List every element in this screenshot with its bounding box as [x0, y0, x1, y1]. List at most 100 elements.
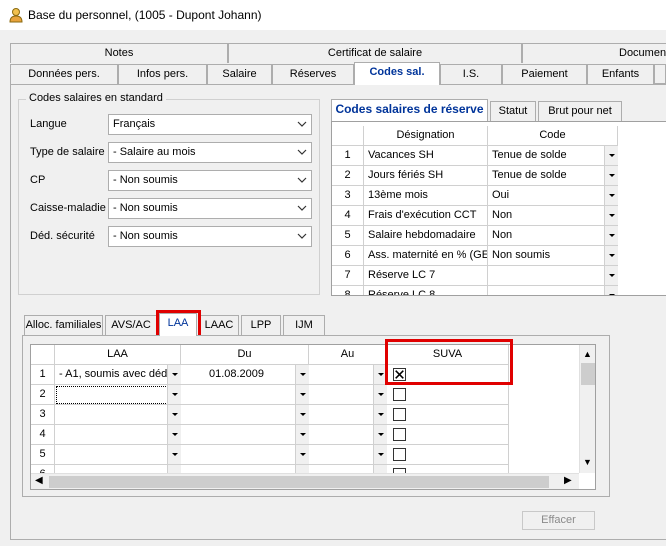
- tab-label: Statut: [498, 105, 528, 117]
- row-number: 3: [332, 186, 364, 206]
- dropdown-arrow-icon[interactable]: [295, 385, 309, 404]
- scroll-up-icon[interactable]: ▲: [583, 349, 592, 359]
- tab-certificat[interactable]: Certificat de salaire: [228, 43, 522, 63]
- type-salaire-select[interactable]: - Salaire au mois: [108, 142, 312, 163]
- ded-securite-label: Déd. sécurité: [30, 230, 95, 242]
- tab-laac[interactable]: LAAC: [199, 315, 239, 335]
- laa-cell[interactable]: - A1, soumis avec déd: [55, 365, 181, 385]
- dropdown-arrow-icon[interactable]: [295, 425, 309, 444]
- dropdown-arrow-icon[interactable]: [295, 445, 309, 464]
- dropdown-arrow-icon[interactable]: [604, 186, 618, 205]
- vertical-scrollbar[interactable]: ▲ ▼: [579, 345, 595, 473]
- tab-avs-ac[interactable]: AVS/AC: [105, 315, 157, 335]
- reserve-designation: Jours fériés SH: [364, 166, 488, 186]
- du-cell[interactable]: 01.08.2009: [181, 365, 309, 385]
- scroll-thumb-h[interactable]: [49, 476, 549, 488]
- row-number: 4: [332, 206, 364, 226]
- effacer-button[interactable]: Effacer: [522, 511, 595, 530]
- tab-codes-sal[interactable]: Codes sal.: [354, 62, 440, 85]
- tab-notes[interactable]: Notes: [10, 43, 228, 63]
- suva-checkbox[interactable]: [393, 408, 406, 421]
- tab-reserves[interactable]: Réserves: [272, 64, 354, 84]
- tab-label: Alloc. familiales: [25, 319, 102, 331]
- laa-cell[interactable]: [55, 445, 181, 465]
- tab-paiement[interactable]: Paiement: [502, 64, 587, 84]
- laa-cell[interactable]: [55, 385, 181, 405]
- tab-laa[interactable]: LAA: [159, 313, 197, 336]
- dropdown-arrow-icon[interactable]: [604, 246, 618, 265]
- tab-alloc-familiales[interactable]: Alloc. familiales: [24, 315, 103, 335]
- tab-label: Notes: [104, 47, 134, 59]
- dropdown-arrow-icon[interactable]: [604, 266, 618, 285]
- combo-value: - Non soumis: [113, 230, 178, 242]
- dropdown-arrow-icon[interactable]: [604, 286, 618, 295]
- dropdown-arrow-icon[interactable]: [373, 445, 387, 464]
- suva-checkbox[interactable]: [393, 448, 406, 461]
- dropdown-arrow-icon[interactable]: [604, 146, 618, 165]
- caisse-maladie-select[interactable]: - Non soumis: [108, 198, 312, 219]
- dropdown-arrow-icon[interactable]: [167, 425, 181, 444]
- dropdown-arrow-icon[interactable]: [373, 385, 387, 404]
- reserve-code[interactable]: Non soumis: [488, 246, 618, 266]
- dropdown-arrow-icon[interactable]: [167, 445, 181, 464]
- suva-checkbox[interactable]: [393, 428, 406, 441]
- langue-select[interactable]: Français: [108, 114, 312, 135]
- scroll-thumb[interactable]: [581, 363, 595, 385]
- du-cell[interactable]: [181, 445, 309, 465]
- row-number: 5: [332, 226, 364, 246]
- du-cell[interactable]: [181, 425, 309, 445]
- dropdown-arrow-icon[interactable]: [604, 166, 618, 185]
- reserve-code[interactable]: Tenue de solde: [488, 146, 618, 166]
- dropdown-arrow-icon[interactable]: [604, 206, 618, 225]
- suva-checkbox[interactable]: [393, 388, 406, 401]
- row-number: 8: [332, 286, 364, 295]
- laa-cell[interactable]: [55, 405, 181, 425]
- tab-label: LPP: [250, 319, 272, 331]
- scroll-down-icon[interactable]: ▼: [583, 457, 592, 467]
- tab-lpp[interactable]: LPP: [241, 315, 281, 335]
- tab-statut[interactable]: Statut: [490, 101, 536, 121]
- tab-label: Infos pers.: [136, 68, 189, 80]
- dropdown-arrow-icon[interactable]: [604, 226, 618, 245]
- tab-is[interactable]: I.S.: [440, 64, 502, 84]
- reserve-code[interactable]: Oui: [488, 186, 618, 206]
- row-number: 5: [31, 445, 55, 465]
- horizontal-scrollbar[interactable]: ◀ ▶: [31, 473, 579, 489]
- dropdown-arrow-icon[interactable]: [373, 405, 387, 424]
- user-icon: [9, 8, 23, 23]
- reserve-table: Désignation Code 1 Vacances SH Tenue de …: [331, 121, 666, 296]
- reserve-designation: Vacances SH: [364, 146, 488, 166]
- scroll-right-icon[interactable]: ▶: [564, 475, 572, 486]
- reserve-designation: Ass. maternité en % (GE): [364, 246, 488, 266]
- tab-enfants[interactable]: Enfants: [587, 64, 654, 84]
- tab-infos-pers[interactable]: Infos pers.: [118, 64, 207, 84]
- reserve-code[interactable]: [488, 266, 618, 286]
- tab-label: Enfants: [601, 68, 640, 80]
- scroll-left-icon[interactable]: ◀: [35, 475, 43, 486]
- cp-select[interactable]: - Non soumis: [108, 170, 312, 191]
- tab-codes-reserve[interactable]: Codes salaires de réserve: [331, 99, 488, 121]
- reserve-code[interactable]: [488, 286, 618, 295]
- dropdown-arrow-icon[interactable]: [373, 425, 387, 444]
- tab-brut-pour-net[interactable]: Brut pour net: [538, 101, 622, 121]
- dropdown-arrow-icon[interactable]: [167, 405, 181, 424]
- laa-cell[interactable]: [55, 425, 181, 445]
- dropdown-arrow-icon[interactable]: [167, 385, 181, 404]
- dropdown-arrow-icon[interactable]: [295, 405, 309, 424]
- row-number: 6: [332, 246, 364, 266]
- dropdown-arrow-icon[interactable]: [295, 365, 309, 384]
- du-cell[interactable]: [181, 385, 309, 405]
- tab-scroll[interactable]: [654, 64, 666, 84]
- reserve-code[interactable]: Tenue de solde: [488, 166, 618, 186]
- tab-document[interactable]: Document: [522, 43, 666, 63]
- reserve-code[interactable]: Non: [488, 226, 618, 246]
- tab-ijm[interactable]: IJM: [283, 315, 325, 335]
- tab-salaire[interactable]: Salaire: [207, 64, 272, 84]
- ded-securite-select[interactable]: - Non soumis: [108, 226, 312, 247]
- reserve-designation: Salaire hebdomadaire: [364, 226, 488, 246]
- reserve-code[interactable]: Non: [488, 206, 618, 226]
- dropdown-arrow-icon[interactable]: [167, 365, 181, 384]
- tab-donnees-pers[interactable]: Données pers.: [10, 64, 118, 84]
- row-number: 2: [31, 385, 55, 405]
- du-cell[interactable]: [181, 405, 309, 425]
